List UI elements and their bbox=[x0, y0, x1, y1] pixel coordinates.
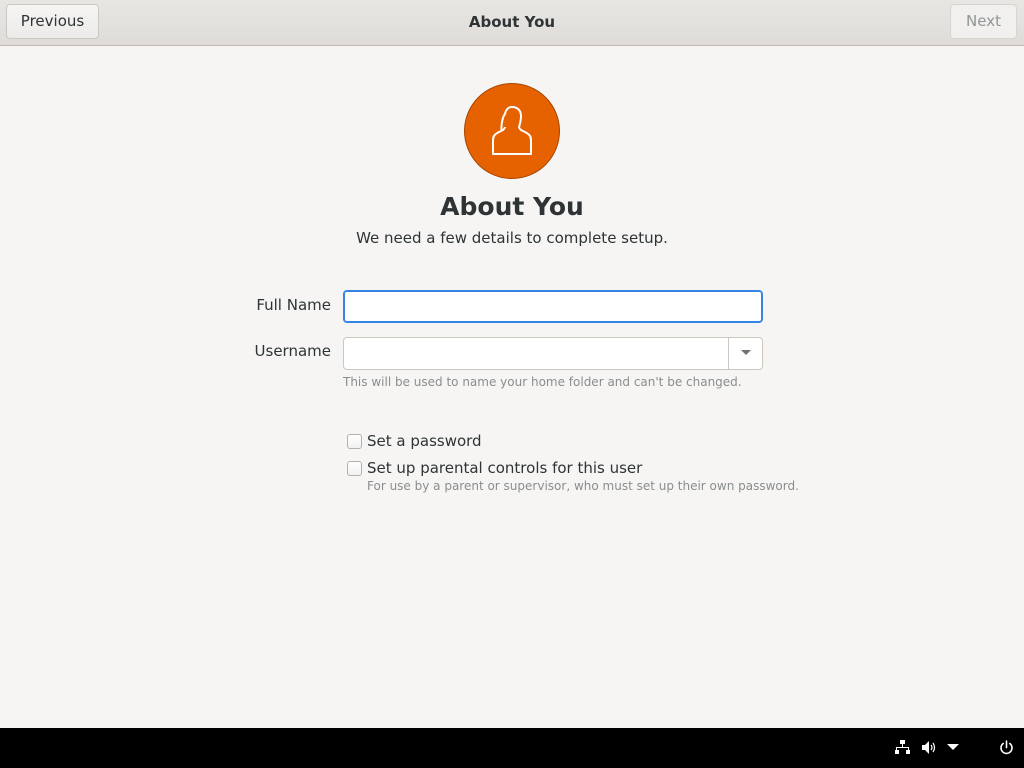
username-combo bbox=[343, 337, 763, 370]
full-name-label: Full Name bbox=[256, 296, 331, 314]
full-name-field-container bbox=[343, 290, 763, 323]
page-title: About You bbox=[440, 192, 584, 221]
parental-controls-label[interactable]: Set up parental controls for this user bbox=[367, 459, 642, 477]
username-field[interactable] bbox=[344, 338, 728, 369]
set-password-label[interactable]: Set a password bbox=[367, 432, 482, 450]
header-bar: Previous About You Next bbox=[0, 0, 1024, 46]
chevron-down-icon bbox=[741, 350, 751, 355]
next-button[interactable]: Next bbox=[950, 4, 1017, 39]
set-password-checkbox[interactable] bbox=[347, 434, 362, 449]
user-avatar[interactable] bbox=[464, 83, 560, 179]
username-dropdown-button[interactable] bbox=[728, 338, 762, 369]
parental-controls-hint: For use by a parent or supervisor, who m… bbox=[367, 479, 799, 493]
header-title: About You bbox=[468, 13, 556, 31]
power-icon[interactable] bbox=[999, 740, 1014, 755]
volume-icon[interactable] bbox=[922, 740, 938, 755]
user-avatar-icon bbox=[492, 106, 532, 155]
page-subtitle: We need a few details to complete setup. bbox=[356, 229, 668, 247]
username-hint: This will be used to name your home fold… bbox=[343, 375, 742, 389]
system-panel bbox=[0, 728, 1024, 768]
network-icon[interactable] bbox=[895, 740, 910, 755]
full-name-field[interactable] bbox=[344, 291, 762, 322]
parental-controls-checkbox[interactable] bbox=[347, 461, 362, 476]
username-label: Username bbox=[254, 342, 331, 360]
menu-arrow-icon[interactable] bbox=[947, 744, 959, 751]
